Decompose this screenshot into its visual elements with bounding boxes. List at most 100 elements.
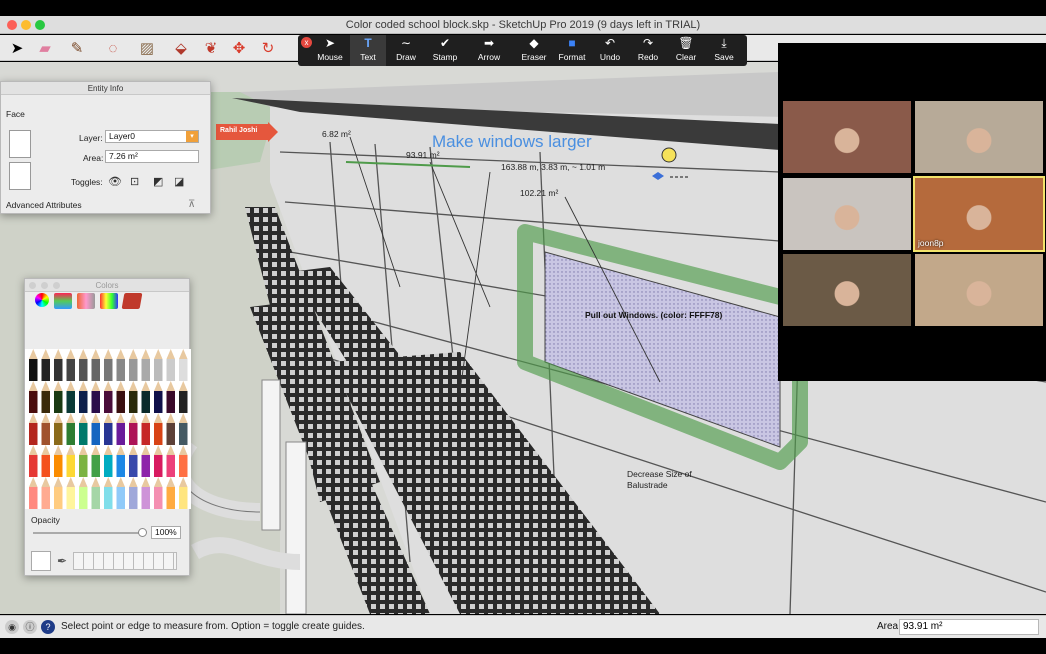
pencil-swatch[interactable] <box>41 359 51 381</box>
participant-tile[interactable] <box>783 178 911 250</box>
pencil-swatch[interactable] <box>179 487 188 509</box>
area-field[interactable]: 7.26 m² <box>105 150 199 163</box>
credits-icon[interactable]: ⓘ <box>23 620 37 634</box>
annotate-draw-button[interactable]: ∼ Draw <box>388 35 424 66</box>
pencil-swatch[interactable] <box>141 487 151 509</box>
pencil-swatch[interactable] <box>104 423 113 445</box>
participant-tile[interactable] <box>783 254 911 326</box>
colors-minimize-button[interactable] <box>41 282 48 289</box>
eyedropper-icon[interactable]: ✒ <box>57 554 67 568</box>
annotate-arrow-button[interactable]: ➡ Arrow <box>470 35 508 66</box>
advanced-attributes-toggle[interactable]: Advanced Attributes <box>6 200 82 210</box>
current-color-well[interactable] <box>31 551 51 571</box>
opacity-slider[interactable] <box>33 532 145 534</box>
pencil-swatch[interactable] <box>179 423 188 445</box>
pencil-swatch[interactable] <box>66 423 76 445</box>
pencil-swatch[interactable] <box>154 359 163 381</box>
pencil-swatch[interactable] <box>104 359 113 381</box>
annotate-save-button[interactable]: ⤓ Save <box>706 35 742 66</box>
pencil-swatch[interactable] <box>154 391 163 413</box>
pencil-swatch[interactable] <box>179 359 188 381</box>
pencil-swatch[interactable] <box>166 455 176 477</box>
pencil-swatch[interactable] <box>66 487 76 509</box>
pencil-swatch[interactable] <box>79 487 88 509</box>
pencil-swatch[interactable] <box>129 359 138 381</box>
pencil-swatch[interactable] <box>29 391 38 413</box>
layer-select[interactable]: Layer0 ▾ <box>105 130 199 143</box>
pencil-swatch[interactable] <box>104 391 113 413</box>
color-palettes-tab[interactable] <box>77 293 95 309</box>
geo-location-icon[interactable]: ◉ <box>5 620 19 634</box>
pencil-swatch[interactable] <box>41 455 51 477</box>
push-pull-icon[interactable]: ⬙ <box>170 38 192 58</box>
pencil-swatch[interactable] <box>141 359 151 381</box>
pencil-swatch[interactable] <box>141 423 151 445</box>
pencil-swatch[interactable] <box>154 487 163 509</box>
participant-tile-active-speaker[interactable]: joon8p <box>913 176 1045 252</box>
pencil-swatch[interactable] <box>66 455 76 477</box>
move-icon[interactable]: ✥ <box>228 38 250 58</box>
pencil-swatch[interactable] <box>54 359 63 381</box>
color-wheel-tab[interactable] <box>35 293 49 307</box>
annotate-mouse-button[interactable]: ➤ Mouse <box>312 35 348 66</box>
receive-shadow-toggle-icon[interactable]: ◪ <box>174 175 184 188</box>
pencil-swatch[interactable] <box>29 423 38 445</box>
pencil-swatch[interactable] <box>54 455 63 477</box>
annotate-format-button[interactable]: ■ Format <box>554 35 590 66</box>
pencil-swatch[interactable] <box>154 455 163 477</box>
pencil-swatch[interactable] <box>29 455 38 477</box>
pencil-swatch[interactable] <box>54 391 63 413</box>
pencils-picker[interactable] <box>25 349 191 509</box>
pencil-swatch[interactable] <box>66 391 76 413</box>
pencil-swatch[interactable] <box>154 423 163 445</box>
pencil-swatch[interactable] <box>129 423 138 445</box>
pencil-swatch[interactable] <box>141 455 151 477</box>
help-icon[interactable]: ? <box>41 620 55 634</box>
pencil-swatch[interactable] <box>141 391 151 413</box>
select-icon[interactable]: ➤ <box>6 38 28 58</box>
saved-swatches[interactable] <box>73 552 177 570</box>
pencil-swatch[interactable] <box>79 391 88 413</box>
annotate-redo-button[interactable]: ↷ Redo <box>630 35 666 66</box>
pencil-swatch[interactable] <box>91 359 101 381</box>
paint-bucket-icon[interactable]: ▨ <box>136 38 158 58</box>
pencil-swatch[interactable] <box>29 359 38 381</box>
opacity-field[interactable]: 100% <box>151 526 181 539</box>
pencil-swatch[interactable] <box>91 455 101 477</box>
pencil-swatch[interactable] <box>116 455 126 477</box>
pencil-swatch[interactable] <box>166 423 176 445</box>
opacity-slider-thumb[interactable] <box>138 528 147 537</box>
pencil-swatch[interactable] <box>179 455 188 477</box>
pencil-swatch[interactable] <box>54 423 63 445</box>
annotate-stamp-button[interactable]: ✔ Stamp <box>426 35 464 66</box>
pencil-swatch[interactable] <box>79 455 88 477</box>
expand-icon[interactable]: ⊼ <box>188 199 195 210</box>
lock-toggle-icon[interactable]: ⊡ <box>130 175 139 188</box>
pencil-swatch[interactable] <box>116 391 126 413</box>
eraser-icon[interactable]: ▰ <box>34 38 56 58</box>
front-material-swatch[interactable] <box>9 130 31 158</box>
pencil-swatch[interactable] <box>129 455 138 477</box>
annotation-close-button[interactable]: x <box>301 37 312 48</box>
pencil-swatch[interactable] <box>66 359 76 381</box>
pencil-swatch[interactable] <box>91 487 101 509</box>
colors-close-button[interactable] <box>29 282 36 289</box>
annotate-clear-button[interactable]: 🗑 Clear <box>668 35 704 66</box>
pencil-swatch[interactable] <box>179 391 188 413</box>
pencil-swatch[interactable] <box>116 487 126 509</box>
participant-tile[interactable] <box>915 101 1043 173</box>
shapes-icon[interactable]: ◌ <box>102 38 124 58</box>
visibility-toggle-icon[interactable]: 👁 <box>108 175 122 188</box>
pencil-swatch[interactable] <box>79 423 88 445</box>
annotate-text-button[interactable]: T Text <box>350 35 386 66</box>
pencil-swatch[interactable] <box>91 423 101 445</box>
pencil-swatch[interactable] <box>129 391 138 413</box>
measurements-field[interactable]: 93.91 m² <box>899 619 1039 635</box>
back-material-swatch[interactable] <box>9 162 31 190</box>
pencil-swatch[interactable] <box>41 487 51 509</box>
rotate-icon[interactable]: ↻ <box>257 38 279 58</box>
participant-tile[interactable] <box>783 101 911 173</box>
pencil-swatch[interactable] <box>166 391 176 413</box>
participant-tile[interactable] <box>915 254 1043 326</box>
annotate-eraser-button[interactable]: ◆ Eraser <box>514 35 554 66</box>
